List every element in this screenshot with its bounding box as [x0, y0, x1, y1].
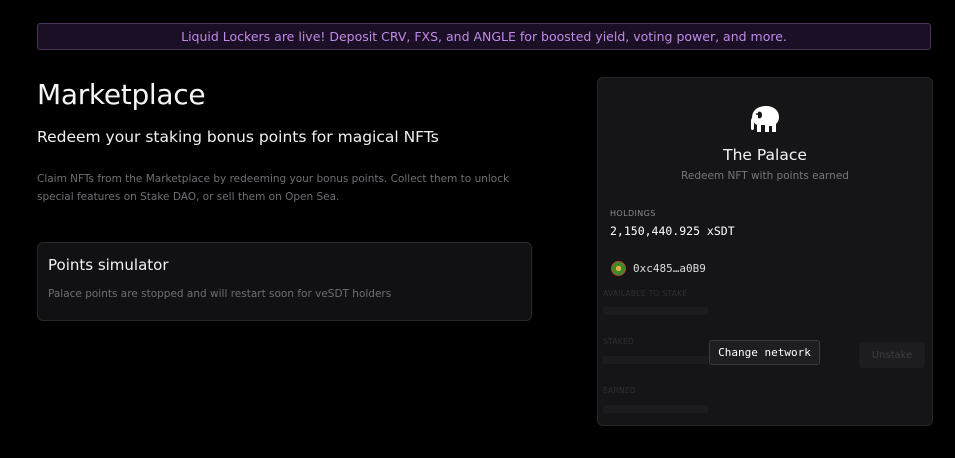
wallet-avatar [611, 261, 626, 276]
staked-label: STAKED [603, 337, 635, 346]
staked-value-placeholder [603, 356, 708, 364]
palace-title: The Palace [723, 146, 807, 164]
banner-text: Liquid Lockers are live! Deposit CRV, FX… [181, 29, 787, 44]
points-simulator-card: Points simulator Palace points are stopp… [37, 242, 532, 321]
wallet-address[interactable]: 0xc485…a0B9 [611, 261, 706, 276]
change-network-button[interactable]: Change network [709, 340, 820, 365]
holdings-label: HOLDINGS [610, 209, 656, 218]
available-to-stake-label: AVAILABLE TO STAKE [603, 289, 688, 298]
unstake-button: Unstake [859, 342, 925, 368]
holdings-value: 2,150,440.925 xSDT [610, 224, 735, 238]
announcement-banner: Liquid Lockers are live! Deposit CRV, FX… [37, 23, 931, 50]
points-simulator-title: Points simulator [48, 256, 169, 274]
available-to-stake-value-placeholder [603, 307, 708, 315]
page-subtitle: Redeem your staking bonus points for mag… [37, 128, 439, 146]
wallet-address-text: 0xc485…a0B9 [633, 262, 706, 275]
palace-subtitle: Redeem NFT with points earned [681, 170, 849, 182]
page-description: Claim NFTs from the Marketplace by redee… [37, 173, 510, 203]
elephant-icon [751, 106, 779, 132]
page-title: Marketplace [37, 78, 206, 111]
earned-label: EARNED [603, 386, 637, 395]
points-simulator-message: Palace points are stopped and will resta… [48, 288, 392, 300]
earned-value-placeholder [603, 405, 708, 413]
palace-card: The Palace Redeem NFT with points earned… [597, 77, 933, 426]
